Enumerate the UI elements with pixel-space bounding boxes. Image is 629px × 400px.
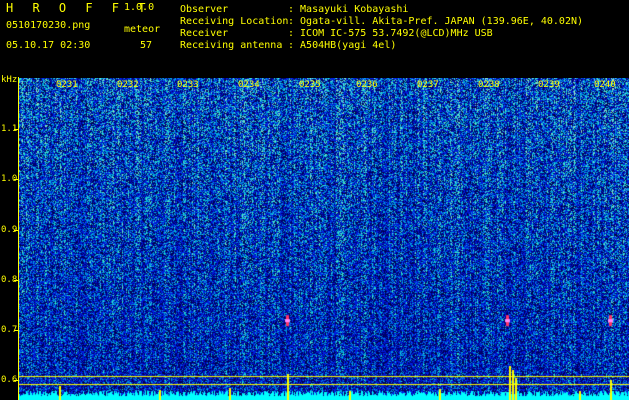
time-tick-0237: 0237 xyxy=(417,80,439,90)
time-tick-0236: 0236 xyxy=(356,80,378,90)
time-tick-0238: 0238 xyxy=(478,80,500,90)
location-label: Receiving Location xyxy=(180,16,289,27)
observer-label: Observer xyxy=(180,4,229,15)
meteor-count: 57 xyxy=(140,40,153,51)
spectrogram-left-axis xyxy=(18,77,19,400)
freq-tick-mark xyxy=(14,280,19,281)
time-tick-0235: 0235 xyxy=(299,80,321,90)
receiver-value: : ICOM IC-575 53.7492(@LCD)MHz USB xyxy=(288,28,493,39)
freq-tick-mark xyxy=(14,179,19,180)
time-tick-0233: 0233 xyxy=(177,80,199,90)
spectrogram-canvas xyxy=(19,78,629,400)
app-version: 1.0.0 xyxy=(124,2,155,13)
freq-tick-mark xyxy=(14,330,19,331)
time-tick-0240: 0240 xyxy=(594,80,616,90)
antenna-value: : A504HB(yagi 4el) xyxy=(288,40,397,51)
freq-tick-mark xyxy=(14,230,19,231)
frequency-unit-label: kHz xyxy=(1,75,18,85)
observation-datetime: 05.10.17 02:30 xyxy=(6,40,91,51)
header-panel: H R O F F T 1.0.0 0510170230.png meteor … xyxy=(0,0,629,85)
meteor-label: meteor xyxy=(124,24,161,35)
time-tick-0239: 0239 xyxy=(538,80,560,90)
time-tick-0232: 0232 xyxy=(117,80,139,90)
receiver-label: Receiver xyxy=(180,28,229,39)
time-tick-0234: 0234 xyxy=(238,80,260,90)
observer-value: : Masayuki Kobayashi xyxy=(288,4,409,15)
freq-tick-mark xyxy=(14,380,19,381)
location-value: : Ogata-vill. Akita-Pref. JAPAN (139.96E… xyxy=(288,16,584,27)
file-name: 0510170230.png xyxy=(6,20,91,31)
time-tick-0231: 0231 xyxy=(56,80,78,90)
freq-tick-mark xyxy=(14,129,19,130)
antenna-label: Receiving antenna xyxy=(180,40,283,51)
